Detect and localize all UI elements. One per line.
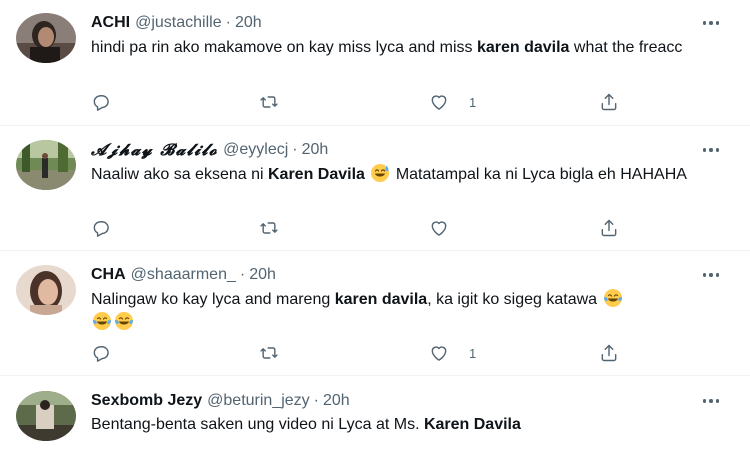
separator-dot: ·: [225, 14, 231, 31]
highlighted-term: karen davila: [334, 291, 428, 308]
grinning-sweat-emoji: [371, 164, 390, 182]
timestamp[interactable]: 20h: [323, 392, 350, 410]
avatar[interactable]: [16, 265, 76, 315]
highlighted-term: Karen Davila: [267, 166, 365, 183]
text-segment: hindi pa rin ako makamove on kay miss ly…: [91, 39, 477, 56]
tweet-header: 𝓐𝓳𝓱𝓪𝔂 𝓑𝓪𝓵𝓲𝓵𝓸 @eyylecj · 20h: [91, 140, 328, 160]
display-name[interactable]: ACHI: [91, 14, 130, 32]
share-icon: [601, 344, 617, 362]
action-bar: [91, 217, 631, 239]
more-icon[interactable]: [700, 140, 722, 160]
highlighted-term: Karen Davila: [423, 416, 521, 433]
like-button[interactable]: [429, 217, 469, 239]
share-button[interactable]: [599, 91, 619, 113]
reply-button[interactable]: [91, 342, 131, 364]
tweet-header: Sexbomb Jezy @beturin_jezy · 20h: [91, 391, 350, 411]
retweet-icon: [260, 96, 278, 108]
user-handle[interactable]: @shaaarmen_: [131, 266, 236, 284]
tweet-text: Nalingaw ko kay lyca and mareng karen da…: [91, 288, 731, 334]
share-button[interactable]: [599, 342, 619, 364]
reply-button[interactable]: [91, 217, 131, 239]
tears-of-joy-emoji: [115, 312, 133, 330]
tears-of-joy-emoji: [603, 289, 622, 307]
reply-icon: [93, 221, 109, 237]
action-bar: 1: [91, 91, 631, 113]
text-segment: Bentang-benta saken ung video ni Lyca at…: [91, 416, 424, 433]
user-handle[interactable]: @beturin_jezy: [207, 392, 310, 410]
text-segment: what the freacc: [569, 39, 683, 56]
display-name[interactable]: Sexbomb Jezy: [91, 392, 202, 410]
heart-icon: [431, 346, 447, 361]
more-icon[interactable]: [700, 13, 722, 33]
avatar[interactable]: [16, 140, 76, 190]
like-button[interactable]: 1: [429, 342, 476, 364]
display-name[interactable]: CHA: [91, 266, 126, 284]
timestamp[interactable]: 20h: [249, 266, 276, 284]
heart-icon: [431, 95, 447, 110]
display-name[interactable]: 𝓐𝓳𝓱𝓪𝔂 𝓑𝓪𝓵𝓲𝓵𝓸: [91, 140, 218, 160]
action-bar: 1: [91, 342, 631, 364]
tweet[interactable]: Sexbomb Jezy @beturin_jezy · 20h Bentang…: [0, 376, 750, 450]
reply-button[interactable]: [91, 91, 131, 113]
tweet[interactable]: CHA @shaaarmen_ · 20h Nalingaw ko kay ly…: [0, 251, 750, 376]
timestamp[interactable]: 20h: [302, 141, 329, 159]
more-icon[interactable]: [700, 265, 722, 285]
retweet-button[interactable]: [259, 342, 299, 364]
retweet-icon: [260, 347, 278, 359]
like-count: 1: [469, 345, 477, 361]
timestamp[interactable]: 20h: [235, 14, 262, 32]
tweet-header: CHA @shaaarmen_ · 20h: [91, 265, 276, 285]
tweet[interactable]: ACHI @justachille · 20h hindi pa rin ako…: [0, 0, 750, 126]
tears-of-joy-emoji: [93, 312, 111, 330]
like-button[interactable]: 1: [429, 91, 476, 113]
retweet-button[interactable]: [259, 217, 299, 239]
user-handle[interactable]: @eyylecj: [223, 141, 288, 159]
tweet-header: ACHI @justachille · 20h: [91, 13, 262, 33]
share-icon: [601, 219, 617, 237]
user-handle[interactable]: @justachille: [135, 14, 222, 32]
text-segment: , ka igit ko sigeg katawa: [427, 291, 602, 308]
separator-dot: ·: [239, 266, 246, 283]
separator-dot: ·: [292, 141, 298, 158]
reply-icon: [93, 346, 109, 362]
tweet-text: Naaliw ako sa eksena ni Karen Davila Mat…: [91, 163, 731, 186]
text-segment: Nalingaw ko kay lyca and mareng: [91, 291, 335, 308]
share-icon: [601, 93, 617, 111]
avatar[interactable]: [16, 13, 76, 63]
separator-dot: ·: [313, 392, 319, 409]
like-count: 1: [469, 94, 477, 110]
heart-icon: [431, 221, 447, 236]
tweet-text: Bentang-benta saken ung video ni Lyca at…: [91, 414, 731, 436]
reply-icon: [93, 95, 109, 111]
tweet-text: hindi pa rin ako makamove on kay miss ly…: [91, 37, 731, 59]
retweet-icon: [260, 222, 278, 234]
more-icon[interactable]: [700, 391, 722, 411]
text-segment: Naaliw ako sa eksena ni: [91, 166, 268, 183]
text-segment: [365, 166, 369, 183]
highlighted-term: karen davila: [476, 39, 570, 56]
avatar[interactable]: [16, 391, 76, 441]
tweet[interactable]: 𝓐𝓳𝓱𝓪𝔂 𝓑𝓪𝓵𝓲𝓵𝓸 @eyylecj · 20h Naaliw ako s…: [0, 126, 750, 251]
share-button[interactable]: [599, 217, 619, 239]
retweet-button[interactable]: [259, 91, 299, 113]
text-segment: Matatampal ka ni Lyca bigla eh HAHAHA: [391, 166, 687, 183]
